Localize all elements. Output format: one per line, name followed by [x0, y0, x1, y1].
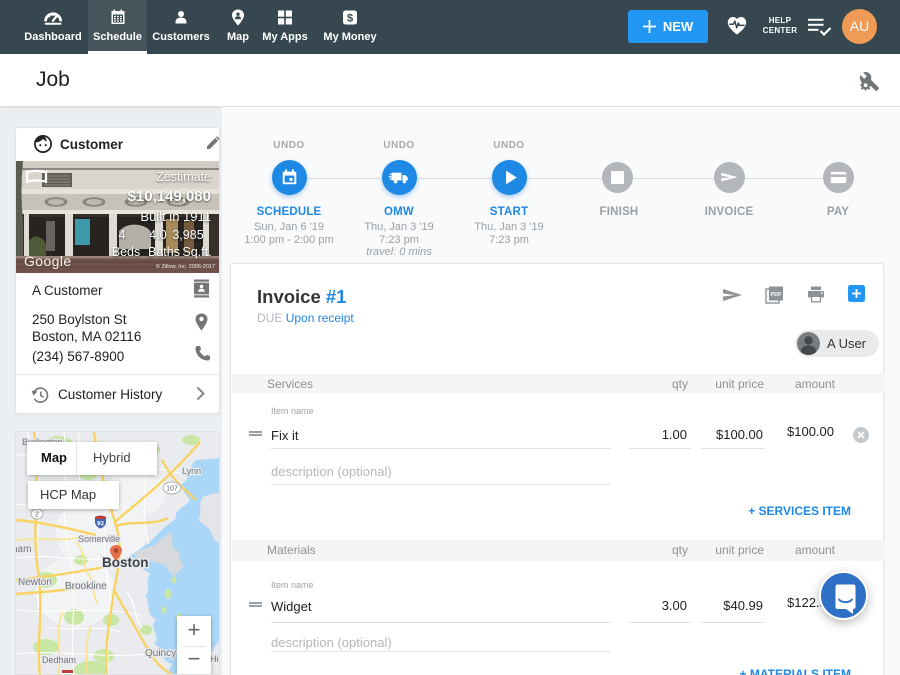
svg-text:Quincy: Quincy	[145, 648, 176, 659]
svg-text:$: $	[347, 13, 353, 25]
svg-text:Boston: Boston	[102, 555, 149, 570]
svg-text:2: 2	[35, 512, 39, 519]
svg-text:Brookline: Brookline	[65, 581, 107, 592]
svg-text:93: 93	[97, 522, 104, 528]
svg-text:Newton: Newton	[18, 577, 52, 588]
svg-text:Dedham: Dedham	[42, 655, 76, 665]
svg-text:107: 107	[166, 486, 178, 493]
svg-text:PDF: PDF	[771, 292, 783, 298]
svg-text:ham: ham	[16, 544, 31, 555]
svg-text:Somerville: Somerville	[78, 534, 120, 544]
svg-text:Hi: Hi	[210, 654, 219, 664]
svg-text:Lynn: Lynn	[182, 466, 201, 476]
